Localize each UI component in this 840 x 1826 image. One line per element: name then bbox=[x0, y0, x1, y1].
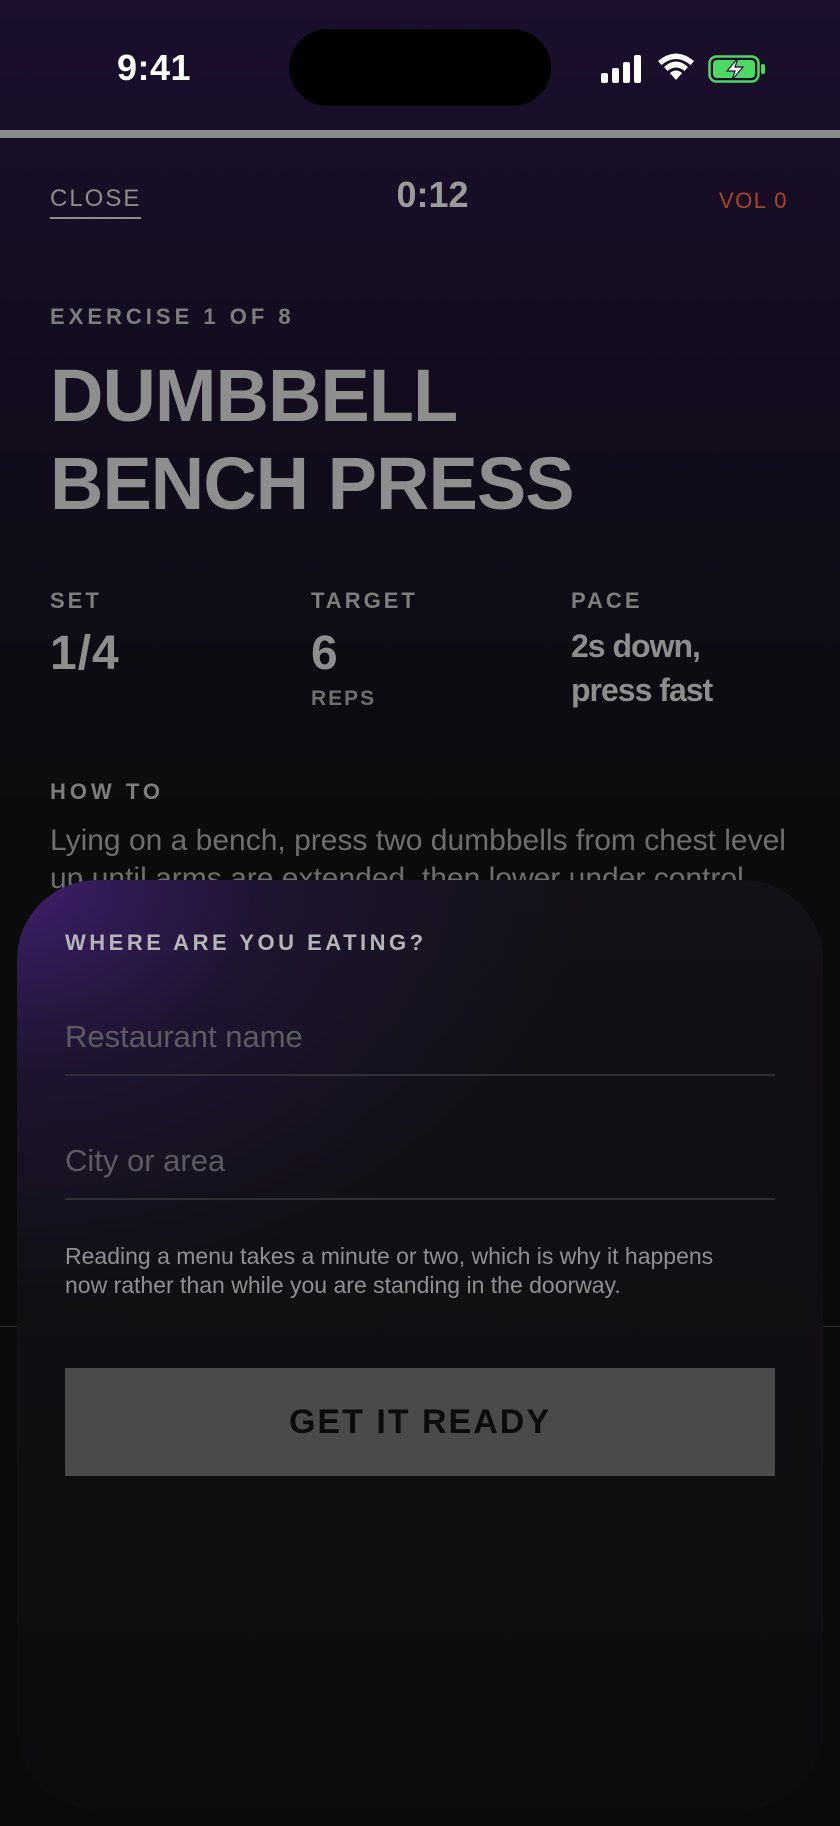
stat-pace-label: PACE bbox=[571, 588, 643, 613]
stat-pace-line-1: 2s down, bbox=[571, 628, 701, 664]
howto-label: HOW TO bbox=[50, 779, 165, 804]
elapsed-timer: 0:12 bbox=[396, 174, 469, 215]
get-it-ready-button[interactable]: GET IT READY bbox=[65, 1368, 775, 1476]
exercise-title-line-1: DUMBBELL bbox=[50, 354, 458, 437]
restaurant-field bbox=[65, 1000, 775, 1076]
stat-pace: PACE 2s down, press fast bbox=[571, 588, 801, 712]
wifi-icon bbox=[658, 53, 694, 80]
stat-target-label: TARGET bbox=[311, 588, 418, 613]
dynamic-island bbox=[289, 29, 551, 106]
sheet-title: WHERE ARE YOU EATING? bbox=[65, 930, 427, 955]
restaurant-sheet: WHERE ARE YOU EATING? Reading a menu tak… bbox=[17, 880, 823, 1810]
stat-target-unit: REPS bbox=[311, 687, 377, 710]
cellular-signal-icon bbox=[601, 55, 641, 83]
exercise-title-line-2: BENCH PRESS bbox=[50, 442, 575, 525]
status-bar: 9:41 bbox=[0, 0, 840, 130]
exercise-counter: EXERCISE 1 OF 8 bbox=[50, 304, 295, 329]
status-time: 9:41 bbox=[117, 47, 192, 88]
stat-target-value: 6 bbox=[311, 627, 339, 680]
stat-set-value: 1/4 bbox=[50, 627, 120, 680]
stat-pace-value: 2s down, press fast bbox=[571, 624, 801, 712]
restaurant-name-input[interactable] bbox=[65, 1000, 775, 1074]
stat-target: TARGET 6 REPS bbox=[311, 588, 418, 711]
battery-charging-icon bbox=[708, 55, 765, 83]
workout-progress-bar bbox=[0, 130, 840, 138]
city-field bbox=[65, 1124, 775, 1200]
sheet-note: Reading a menu takes a minute or two, wh… bbox=[65, 1243, 714, 1298]
stat-pace-line-2: press fast bbox=[571, 672, 713, 708]
stat-set-label: SET bbox=[50, 588, 102, 613]
stat-set: SET 1/4 bbox=[50, 588, 120, 681]
city-input[interactable] bbox=[65, 1124, 775, 1198]
exercise-title: DUMBBELL BENCH PRESS bbox=[50, 352, 790, 528]
volume-button[interactable]: VOL 0 bbox=[719, 188, 788, 214]
